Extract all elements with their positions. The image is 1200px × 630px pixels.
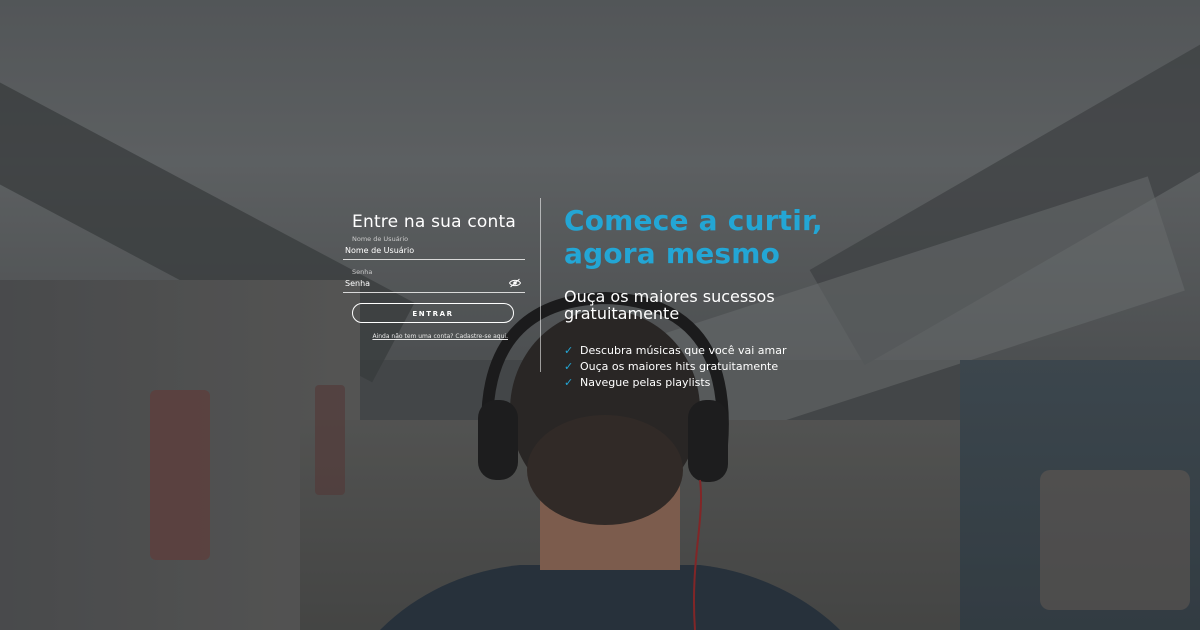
- check-icon: ✓: [564, 359, 574, 373]
- password-input[interactable]: Senha: [345, 279, 370, 288]
- feature-text: Descubra músicas que você vai amar: [580, 343, 787, 357]
- feature-text: Navegue pelas playlists: [580, 375, 711, 389]
- promo-subtitle-line2: gratuitamente: [564, 304, 680, 323]
- username-input[interactable]: Nome de Usuário: [345, 246, 414, 255]
- promo-heading-line2: agora mesmo: [564, 237, 781, 270]
- check-icon: ✓: [564, 343, 574, 357]
- login-title: Entre na sua conta: [352, 212, 516, 232]
- list-item: ✓ Ouça os maiores hits gratuitamente: [564, 358, 904, 374]
- login-button[interactable]: ENTRAR: [352, 303, 514, 323]
- promo-subtitle: Ouça os maiores sucessos gratuitamente: [564, 288, 904, 322]
- eye-icon[interactable]: [509, 278, 521, 288]
- username-label: Nome de Usuário: [352, 235, 409, 243]
- list-item: ✓ Descubra músicas que você vai amar: [564, 342, 904, 358]
- login-form: Entre na sua conta Nome de Usuário Nome …: [343, 212, 525, 340]
- password-field[interactable]: Senha Senha: [343, 268, 525, 293]
- check-icon: ✓: [564, 375, 574, 389]
- feature-list: ✓ Descubra músicas que você vai amar ✓ O…: [564, 342, 904, 390]
- promo-heading: Comece a curtir, agora mesmo: [564, 204, 904, 270]
- password-label: Senha: [352, 268, 373, 276]
- username-field[interactable]: Nome de Usuário Nome de Usuário: [343, 235, 525, 260]
- feature-text: Ouça os maiores hits gratuitamente: [580, 359, 779, 373]
- list-item: ✓ Navegue pelas playlists: [564, 374, 904, 390]
- divider: [540, 198, 541, 372]
- signup-link[interactable]: Ainda não tem uma conta? Cadastre-se aqu…: [343, 333, 525, 340]
- promo-section: Comece a curtir, agora mesmo Ouça os mai…: [564, 204, 904, 390]
- promo-heading-line1: Comece a curtir,: [564, 204, 823, 237]
